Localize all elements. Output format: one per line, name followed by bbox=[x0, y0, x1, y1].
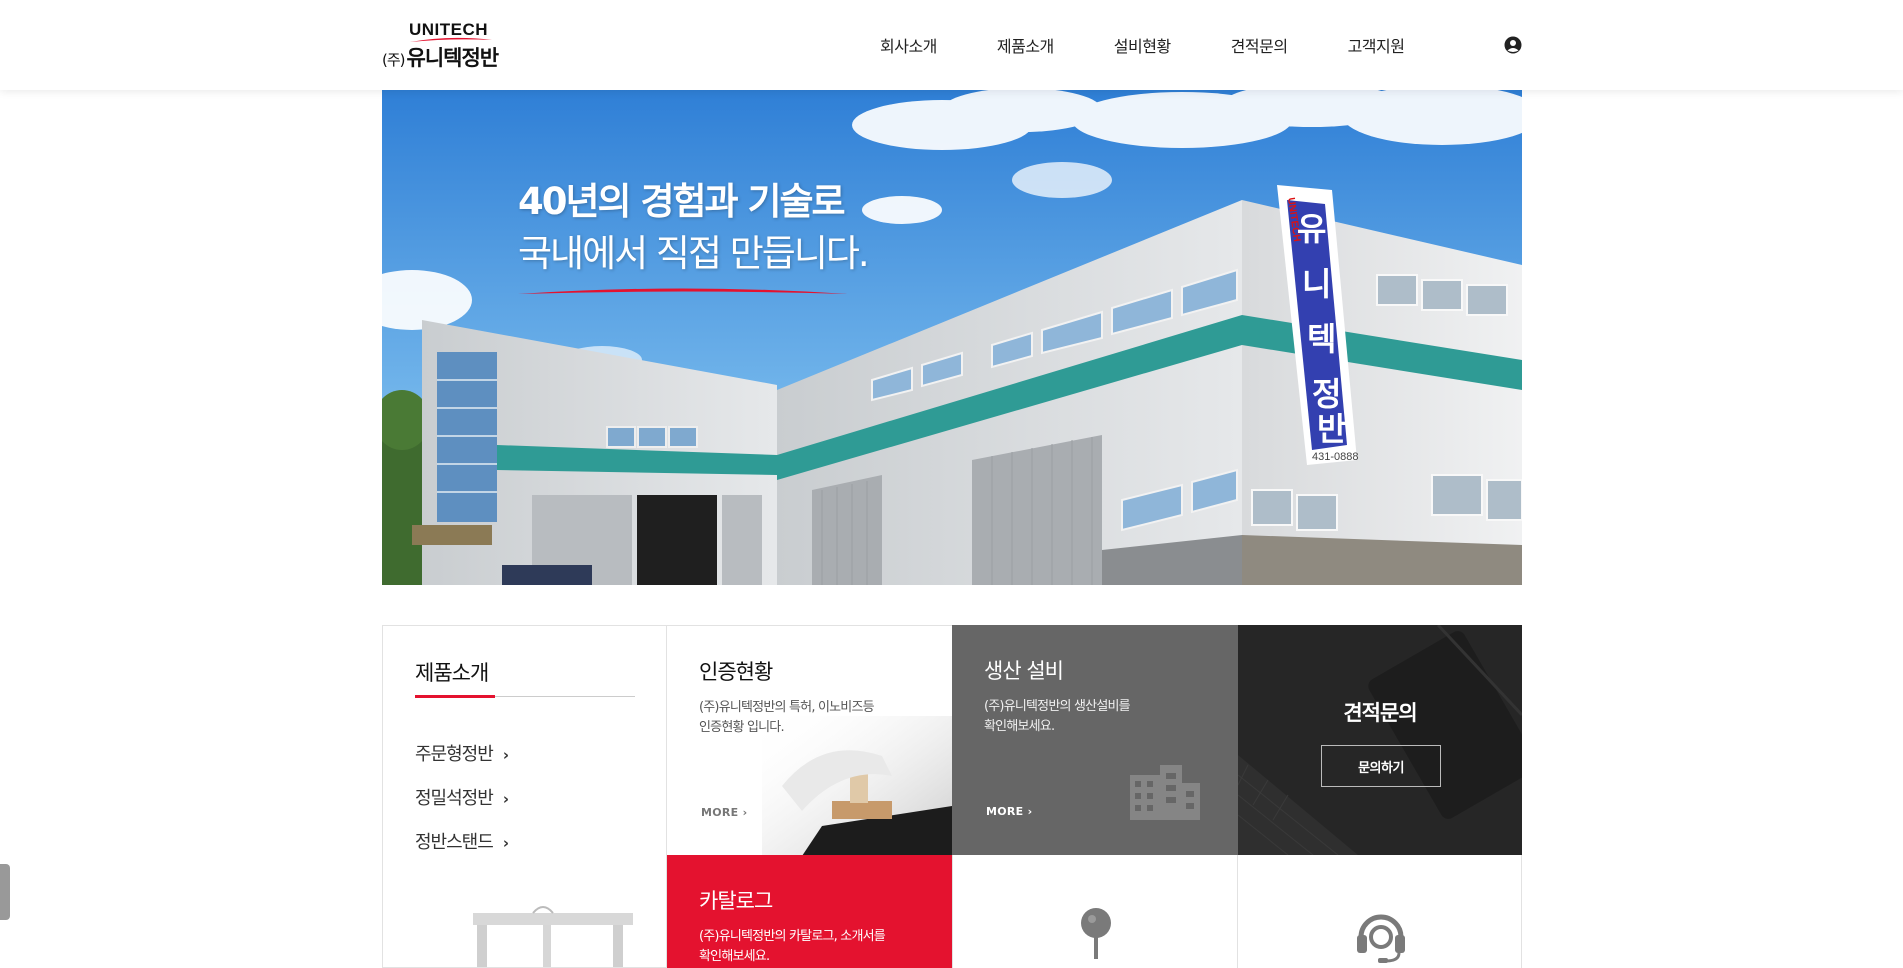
hero-banner: UNITECH 431-0888 유 니 텍 정 반 40년의 경험과 기술로 … bbox=[382, 90, 1522, 585]
desc-line: 확인해보세요. bbox=[984, 719, 1055, 734]
desc-line: (주)유니텍정반의 카탈로그, 소개서를 bbox=[699, 929, 886, 944]
equipment-desc: (주)유니텍정반의 생산설비를 확인해보세요. bbox=[984, 697, 1204, 737]
desc-line: (주)유니텍정반의 특허, 이노비즈등 bbox=[699, 700, 875, 715]
chevron-right-icon: › bbox=[502, 746, 509, 764]
divider-accent bbox=[415, 695, 495, 698]
stand-illustration bbox=[473, 906, 633, 967]
catalog-title: 카탈로그 bbox=[699, 889, 773, 913]
logo-prefix: (주) bbox=[382, 51, 405, 69]
support-tile[interactable] bbox=[1238, 855, 1522, 968]
logo-name: 유니텍정반 bbox=[406, 46, 500, 70]
certification-tile[interactable]: 인증현황 (주)유니텍정반의 특허, 이노비즈등 인증현황 입니다. MORE … bbox=[667, 625, 952, 855]
catalog-tile[interactable]: 카탈로그 (주)유니텍정반의 카탈로그, 소개서를 확인해보세요. bbox=[667, 855, 952, 968]
logo[interactable]: UNITECH (주)유니텍정반 bbox=[382, 20, 512, 70]
certification-desc: (주)유니텍정반의 특허, 이노비즈등 인증현황 입니다. bbox=[699, 698, 919, 738]
equipment-title: 생산 설비 bbox=[984, 659, 1064, 683]
headset-icon bbox=[1357, 914, 1405, 963]
hero-headline: 40년의 경험과 기술로 국내에서 직접 만듭니다. bbox=[518, 176, 870, 280]
product-link-stand[interactable]: 정반스탠드 › bbox=[415, 828, 509, 854]
hero-line-1: 40년의 경험과 기술로 bbox=[518, 180, 846, 223]
user-circle-icon[interactable] bbox=[1504, 36, 1522, 54]
desc-line: (주)유니텍정반의 생산설비를 bbox=[984, 699, 1131, 714]
side-tab-handle[interactable] bbox=[0, 864, 10, 920]
product-label: 정반스탠드 bbox=[415, 832, 494, 853]
hero-sign-char: 텍 bbox=[1307, 320, 1336, 358]
nav-quote[interactable]: 견적문의 bbox=[1231, 33, 1288, 57]
quick-links-grid: 제품소개 주문형정반 › 정밀석정반 › 정반스탠드 › 인증현황 (주)유니텍… bbox=[382, 625, 1522, 968]
product-link-custom[interactable]: 주문형정반 › bbox=[415, 740, 509, 766]
products-panel: 제품소개 주문형정반 › 정밀석정반 › 정반스탠드 › bbox=[382, 625, 667, 968]
factory-photo: UNITECH 431-0888 유 니 텍 정 반 bbox=[382, 90, 1522, 585]
catalog-desc: (주)유니텍정반의 카탈로그, 소개서를 확인해보세요. bbox=[699, 927, 919, 967]
building-icon bbox=[1130, 765, 1200, 820]
equipment-tile[interactable]: 생산 설비 (주)유니텍정반의 생산설비를 확인해보세요. MORE › bbox=[952, 625, 1238, 855]
product-link-granite[interactable]: 정밀석정반 › bbox=[415, 784, 509, 810]
inquire-button[interactable]: 문의하기 bbox=[1321, 745, 1441, 787]
hero-sign-char: 니 bbox=[1302, 265, 1331, 303]
more-label: MORE bbox=[701, 806, 739, 819]
equipment-more-link[interactable]: MORE › bbox=[986, 805, 1032, 818]
products-title: 제품소개 bbox=[415, 661, 489, 685]
chevron-right-icon: › bbox=[742, 806, 748, 819]
chevron-right-icon: › bbox=[502, 790, 509, 808]
desc-line: 인증현황 입니다. bbox=[699, 720, 785, 735]
hero-line-2: 국내에서 직접 만듭니다. bbox=[518, 232, 870, 275]
main-nav: 회사소개 제품소개 설비현황 견적문의 고객지원 bbox=[880, 0, 1464, 90]
chevron-right-icon: › bbox=[1027, 805, 1033, 818]
desc-line: 확인해보세요. bbox=[699, 949, 770, 964]
nav-support[interactable]: 고객지원 bbox=[1348, 33, 1405, 57]
laptop-photo bbox=[1238, 625, 1522, 855]
hero-sign-char: 정 bbox=[1312, 375, 1341, 413]
logo-korean: (주)유니텍정반 bbox=[382, 42, 500, 72]
product-label: 정밀석정반 bbox=[415, 788, 494, 809]
quote-tile: 견적문의 문의하기 bbox=[1238, 625, 1522, 855]
nav-equipment[interactable]: 설비현황 bbox=[1114, 33, 1171, 57]
hero-sign-phone: 431-0888 bbox=[1312, 451, 1359, 463]
site-header: UNITECH (주)유니텍정반 회사소개 제품소개 설비현황 견적문의 고객지… bbox=[0, 0, 1903, 90]
quote-title: 견적문의 bbox=[1343, 701, 1417, 725]
hero-sign-char: 반 bbox=[1317, 410, 1346, 448]
product-label: 주문형정반 bbox=[415, 744, 494, 765]
nav-products[interactable]: 제품소개 bbox=[997, 33, 1054, 57]
certification-more-link[interactable]: MORE › bbox=[701, 806, 747, 819]
location-tile[interactable] bbox=[952, 855, 1238, 968]
chevron-right-icon: › bbox=[502, 834, 509, 852]
hero-sign-char: 유 bbox=[1297, 210, 1326, 248]
more-label: MORE bbox=[986, 805, 1024, 818]
map-pin-icon bbox=[1081, 908, 1111, 959]
certification-title: 인증현황 bbox=[699, 660, 773, 684]
hero-underline bbox=[518, 288, 848, 294]
nav-company[interactable]: 회사소개 bbox=[880, 33, 937, 57]
